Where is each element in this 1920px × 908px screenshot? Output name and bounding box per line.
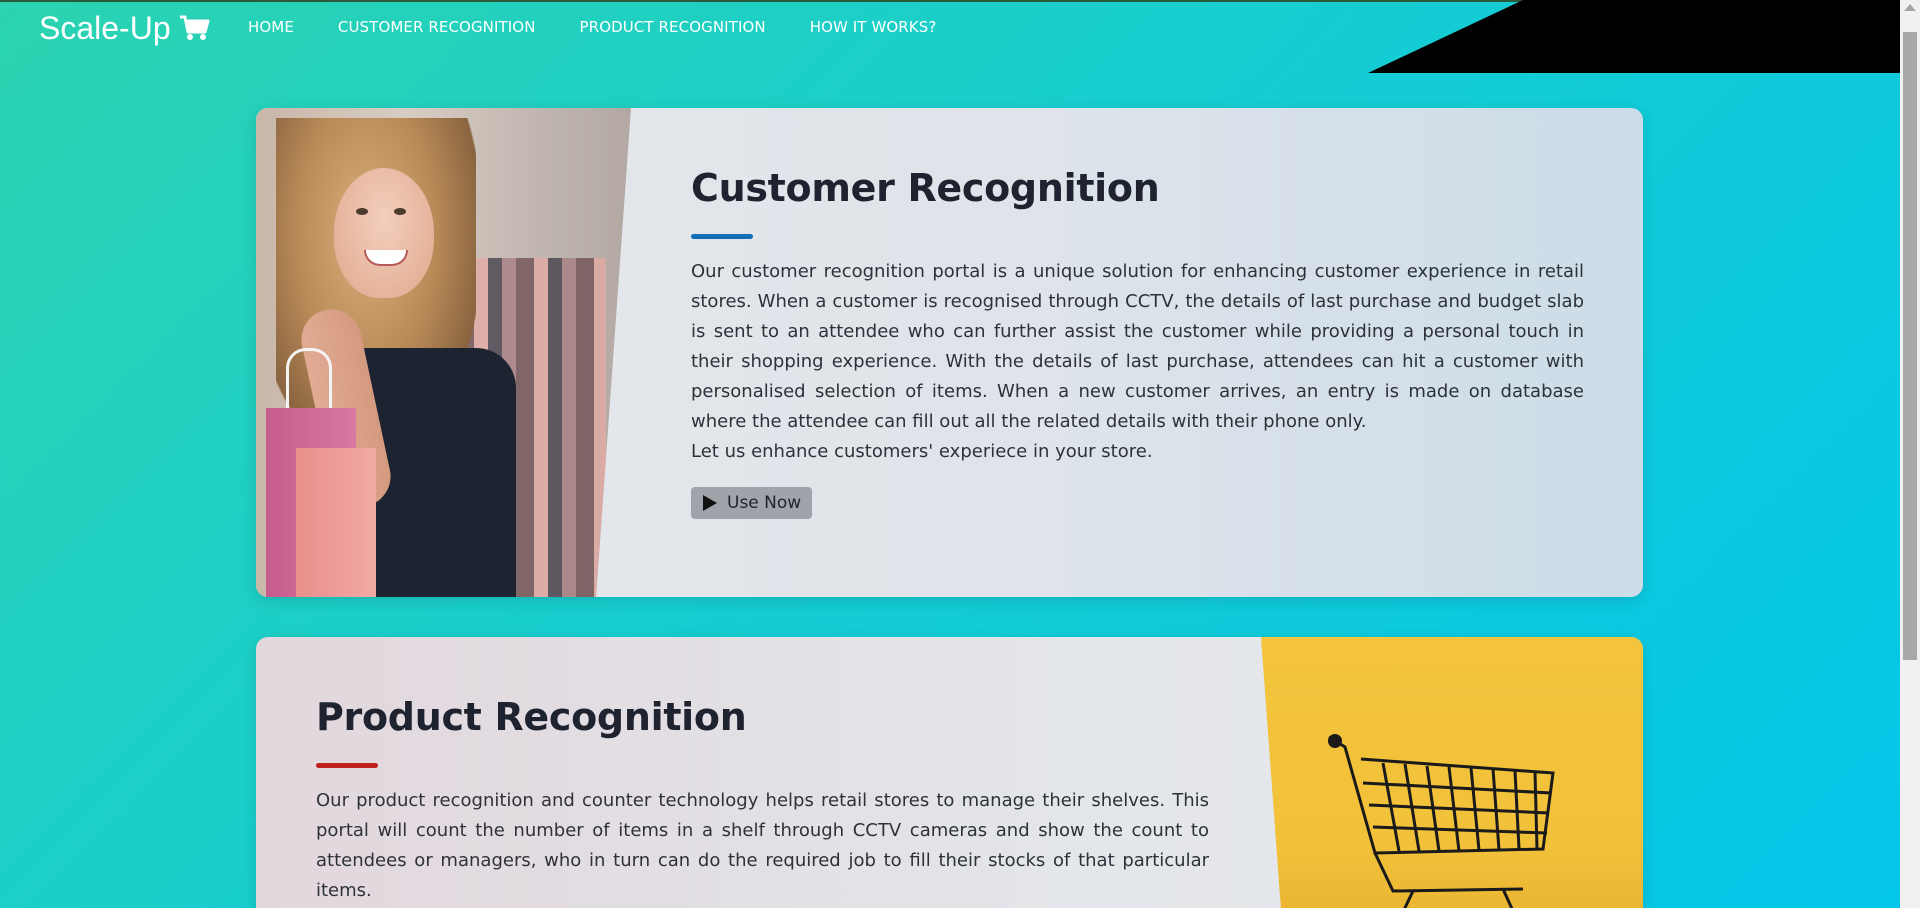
shopping-cart-image (1261, 637, 1643, 908)
brand-logo[interactable]: Scale-Up (39, 4, 211, 52)
nav-how-it-works[interactable]: HOW IT WORKS? (810, 18, 937, 36)
use-now-label: Use Now (727, 493, 802, 513)
customer-recognition-card: Customer Recognition Our customer recogn… (256, 108, 1643, 597)
main-nav: HOME CUSTOMER RECOGNITION PRODUCT RECOGN… (248, 18, 980, 36)
shopping-cart-icon (1328, 734, 1555, 908)
title-underline (691, 234, 753, 239)
nav-customer-recognition[interactable]: CUSTOMER RECOGNITION (338, 18, 536, 36)
product-recognition-content: Product Recognition Our product recognit… (316, 695, 1209, 906)
woman-with-shopping-bags-image (256, 108, 631, 597)
shopping-cart-icon (179, 15, 210, 40)
customer-recognition-title: Customer Recognition (691, 166, 1160, 210)
brand-name: Scale-Up (39, 9, 171, 46)
product-recognition-title: Product Recognition (316, 695, 747, 739)
decorative-black-wedge (1368, 0, 1900, 73)
product-recognition-description: Our product recognition and counter tech… (316, 790, 1209, 901)
vertical-scrollbar[interactable] (1900, 0, 1920, 908)
use-now-button[interactable]: Use Now (691, 487, 813, 519)
nav-home[interactable]: HOME (248, 18, 294, 36)
customer-recognition-tagline: Let us enhance customers' experiece in y… (691, 441, 1153, 462)
scroll-up-arrow-icon[interactable] (1904, 4, 1916, 11)
nav-product-recognition[interactable]: PRODUCT RECOGNITION (580, 18, 766, 36)
customer-recognition-description: Our customer recognition portal is a uni… (691, 261, 1584, 432)
scrollbar-thumb[interactable] (1903, 32, 1917, 660)
play-icon (703, 495, 717, 511)
product-recognition-card: Product Recognition Our product recognit… (256, 637, 1643, 908)
customer-recognition-content: Customer Recognition Our customer recogn… (691, 166, 1584, 519)
title-underline (316, 763, 378, 768)
